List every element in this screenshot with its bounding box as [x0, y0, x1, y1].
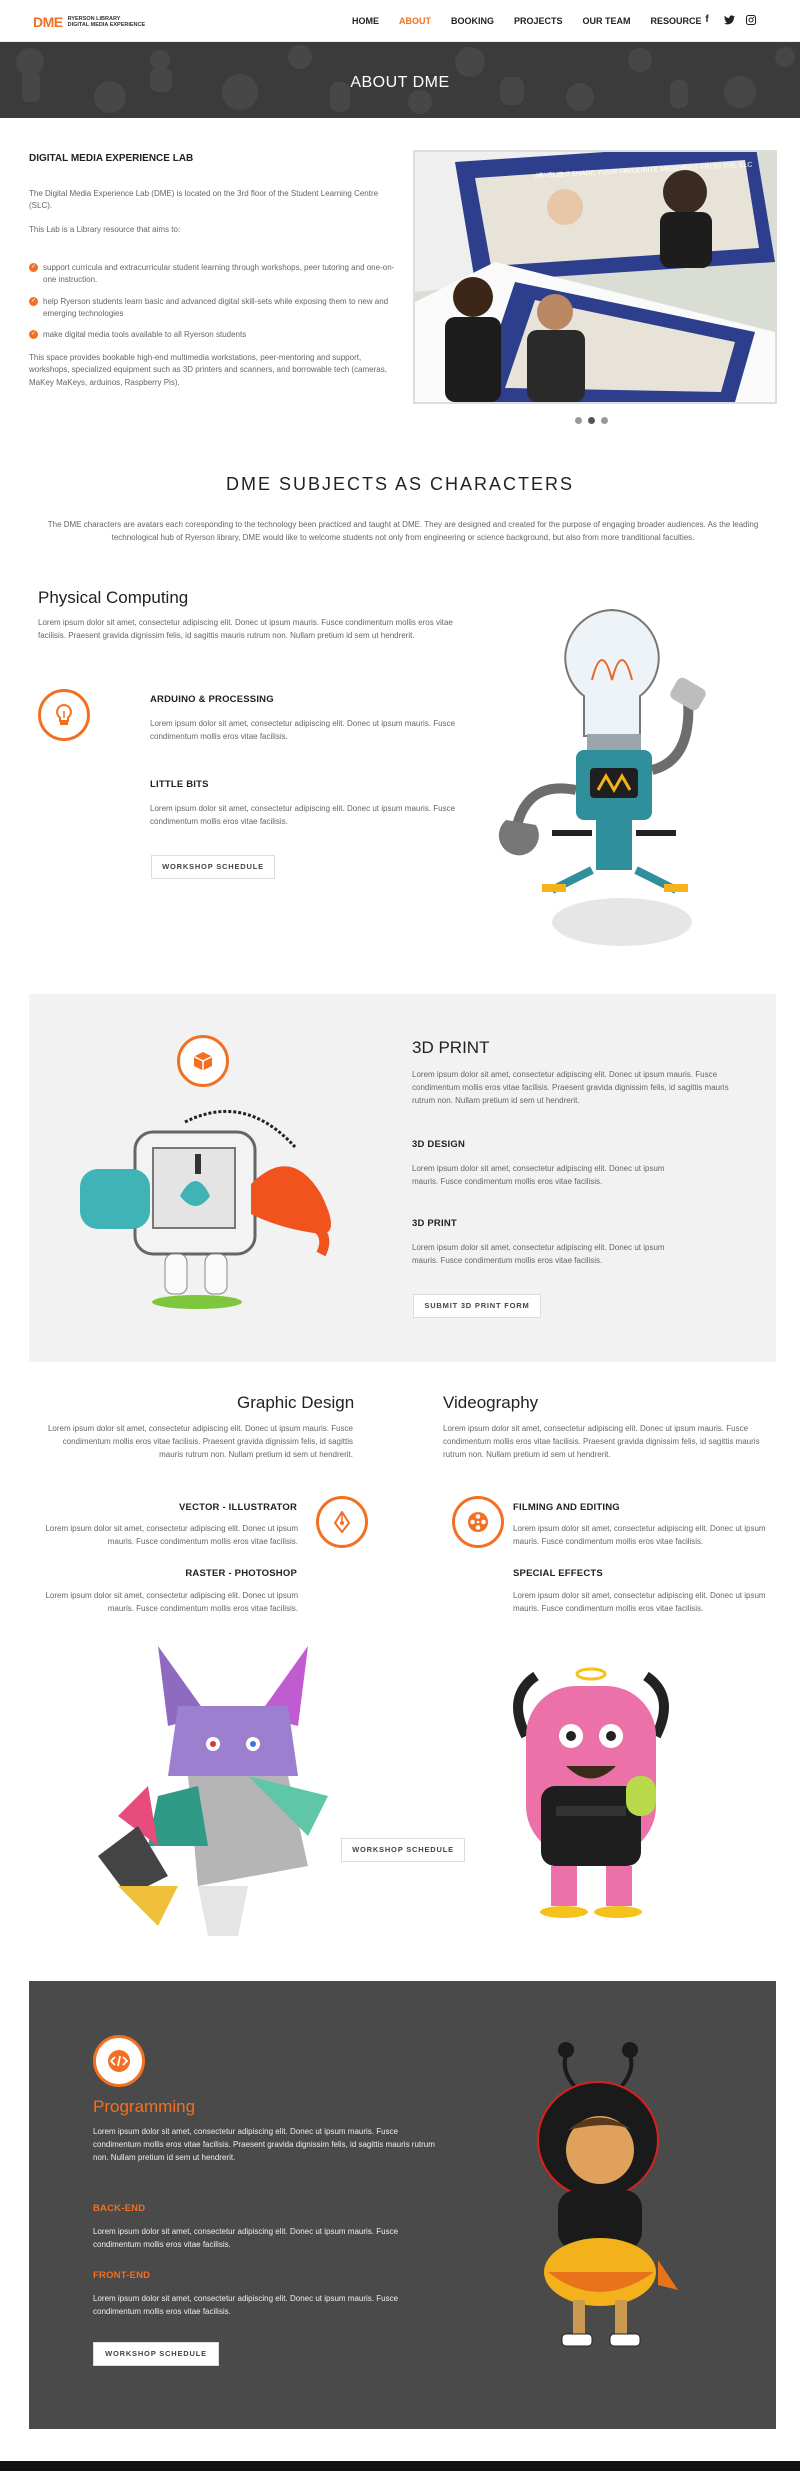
vector-illustrator-text: Lorem ipsum dolor sit amet, consectetur … — [45, 1524, 298, 1546]
main-menu: HOME ABOUT BOOKING PROJECTS OUR TEAM RES… — [352, 16, 722, 26]
cube-icon — [177, 1035, 229, 1087]
check-icon: ✓ — [29, 330, 38, 339]
page-hero: ABOUT DME — [0, 42, 800, 118]
instagram-icon[interactable] — [744, 13, 758, 27]
nav-home[interactable]: HOME — [352, 16, 379, 26]
bullet-text: make digital media tools available to al… — [43, 330, 247, 339]
about-bullet-2: ✓ help Ryerson students learn basic and … — [29, 296, 401, 321]
3d-print-title: 3D PRINT — [412, 1038, 490, 1057]
raster-photoshop-heading: RASTER - PHOTOSHOP — [185, 1568, 297, 1579]
filming-editing-text: Lorem ipsum dolor sit amet, consectetur … — [513, 1524, 766, 1546]
logo-mark: DME — [33, 14, 63, 30]
bullet-text: support curricula and extracurricular st… — [43, 263, 395, 285]
programming-title: Programming — [93, 2097, 196, 2116]
arduino-processing-heading: ARDUINO & PROCESSING — [150, 694, 274, 705]
nav-resource[interactable]: RESOURCE — [651, 16, 702, 26]
slider-dot-1[interactable] — [575, 417, 582, 424]
pen-nib-icon — [316, 1496, 368, 1548]
about-heading: DIGITAL MEDIA EXPERIENCE LAB — [29, 153, 194, 164]
check-icon: ✓ — [29, 297, 38, 306]
videography-intro: Lorem ipsum dolor sit amet, consectetur … — [443, 1424, 760, 1459]
subjects-description: The DME characters are avatars each core… — [47, 520, 759, 542]
logo-subtitle: RYERSON LIBRARY DIGITAL MEDIA EXPERIENCE — [68, 16, 146, 29]
social-links: f — [700, 13, 766, 27]
slider-dots — [575, 417, 614, 424]
3d-print-sub-heading: 3D PRINT — [412, 1218, 457, 1229]
special-effects-text: Lorem ipsum dolor sit amet, consectetur … — [513, 1591, 766, 1613]
page-title: ABOUT DME — [350, 74, 450, 91]
3d-print-sub-text: Lorem ipsum dolor sit amet, consectetur … — [412, 1243, 665, 1265]
graphic-design-title: Graphic Design — [237, 1393, 355, 1412]
physical-computing-intro: Lorem ipsum dolor sit amet, consectetur … — [38, 618, 453, 640]
videography-title: Videography — [443, 1393, 539, 1412]
3d-design-heading: 3D DESIGN — [412, 1139, 466, 1150]
graphic-design-intro: Lorem ipsum dolor sit amet, consectetur … — [47, 1424, 353, 1459]
slider-dot-3[interactable] — [601, 417, 608, 424]
raster-photoshop-text: Lorem ipsum dolor sit amet, consectetur … — [45, 1591, 298, 1613]
top-navbar: DME RYERSON LIBRARY DIGITAL MEDIA EXPERI… — [0, 0, 800, 42]
nav-projects[interactable]: PROJECTS — [514, 16, 563, 26]
facebook-icon[interactable]: f — [700, 13, 714, 27]
about-bullet-3: ✓ make digital media tools available to … — [29, 329, 401, 341]
submit-3d-print-form-button[interactable]: SUBMIT 3D PRINT FORM — [413, 1294, 541, 1318]
photo-slider[interactable]: #RYELIB // SHARE YOUR FAVOURITE MEMORIES… — [413, 150, 777, 404]
robot-lightbulb-character — [498, 608, 706, 946]
nav-about[interactable]: ABOUT — [399, 16, 431, 26]
little-bits-text: Lorem ipsum dolor sit amet, consectetur … — [150, 804, 456, 826]
subjects-title: DME SUBJECTS AS CHARACTERS — [225, 474, 575, 494]
media-workshop-schedule-button[interactable]: WORKSHOP SCHEDULE — [341, 1838, 465, 1862]
front-end-text: Lorem ipsum dolor sit amet, consectetur … — [93, 2294, 399, 2316]
programming-intro: Lorem ipsum dolor sit amet, consectetur … — [93, 2127, 435, 2162]
about-bullet-1: ✓ support curricula and extracurricular … — [29, 262, 401, 287]
slider-dot-2[interactable] — [588, 417, 595, 424]
ladybug-hoodie-character — [537, 2042, 678, 2347]
vector-illustrator-heading: VECTOR - ILLUSTRATOR — [179, 1502, 297, 1513]
back-end-text: Lorem ipsum dolor sit amet, consectetur … — [93, 2227, 399, 2249]
3d-print-intro: Lorem ipsum dolor sit amet, consectetur … — [412, 1070, 729, 1105]
slider-photo: #RYELIB // SHARE YOUR FAVOURITE MEMORIES… — [415, 152, 775, 402]
dme-logo[interactable]: DME RYERSON LIBRARY DIGITAL MEDIA EXPERI… — [33, 15, 145, 29]
lightbulb-icon — [38, 689, 90, 741]
about-paragraph-1: The Digital Media Experience Lab (DME) i… — [29, 189, 379, 211]
check-icon: ✓ — [29, 263, 38, 272]
3d-printer-character — [80, 1109, 331, 1309]
about-paragraph-3: This space provides bookable high-end mu… — [29, 353, 387, 387]
footer-bar — [0, 2461, 800, 2471]
back-end-heading: BACK-END — [93, 2203, 146, 2214]
special-effects-heading: SPECIAL EFFECTS — [513, 1568, 603, 1579]
pink-monster-camera-character — [513, 1667, 669, 1918]
3d-design-text: Lorem ipsum dolor sit amet, consectetur … — [412, 1164, 665, 1186]
workshop-schedule-button[interactable]: WORKSHOP SCHEDULE — [151, 855, 275, 879]
film-reel-icon — [452, 1496, 504, 1548]
filming-editing-heading: FILMING AND EDITING — [513, 1502, 620, 1513]
front-end-heading: FRONT-END — [93, 2270, 151, 2281]
nav-our-team[interactable]: OUR TEAM — [583, 16, 631, 26]
twitter-icon[interactable] — [722, 13, 736, 27]
logo-line-1: RYERSON LIBRARY — [67, 15, 121, 22]
little-bits-heading: LITTLE BITS — [150, 779, 209, 790]
nav-booking[interactable]: BOOKING — [451, 16, 494, 26]
bullet-text: help Ryerson students learn basic and ad… — [43, 297, 389, 319]
about-paragraph-2: This Lab is a Library resource that aims… — [29, 225, 181, 234]
arduino-processing-text: Lorem ipsum dolor sit amet, consectetur … — [150, 719, 456, 741]
logo-line-2: DIGITAL MEDIA EXPERIENCE — [67, 22, 146, 28]
physical-computing-title: Physical Computing — [38, 588, 189, 607]
programming-workshop-schedule-button[interactable]: WORKSHOP SCHEDULE — [93, 2342, 219, 2366]
geometric-rabbit-character — [98, 1646, 328, 1936]
code-icon — [93, 2035, 145, 2087]
